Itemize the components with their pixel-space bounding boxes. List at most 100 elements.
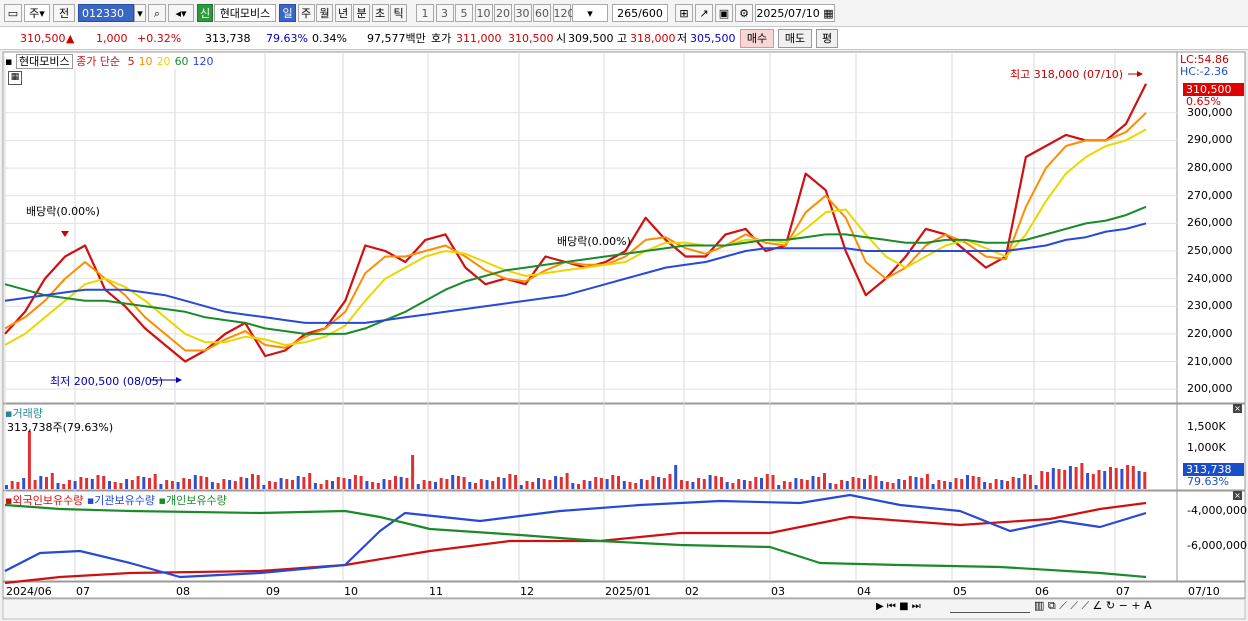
volume-bar bbox=[1126, 465, 1130, 489]
volume-bar bbox=[399, 477, 403, 489]
fib-tool-icon[interactable]: ⟋ bbox=[1070, 599, 1078, 612]
volume-bar bbox=[845, 481, 849, 489]
volume-bar bbox=[851, 477, 855, 489]
volume-bar bbox=[485, 480, 489, 489]
low-annotation: 최저 200,500 (08/05) bbox=[50, 375, 164, 388]
mode-button[interactable]: 전 bbox=[53, 4, 75, 22]
volume-bar bbox=[1097, 470, 1101, 489]
dividend-annotation: 배당락(0.00%) bbox=[26, 205, 100, 218]
volume-bar bbox=[33, 480, 37, 489]
volume-close-icon[interactable]: × bbox=[1233, 404, 1242, 413]
interval-button-6[interactable]: 60 bbox=[533, 4, 551, 22]
low-price: 305,500 bbox=[690, 32, 736, 45]
volume-bar bbox=[742, 480, 746, 489]
search-icon[interactable]: ⌕ bbox=[148, 4, 166, 22]
volume-bar bbox=[680, 480, 683, 489]
scroll-right-icon[interactable]: ▶ bbox=[876, 601, 884, 612]
trend-tool-icon[interactable]: ⟋ bbox=[1081, 599, 1089, 612]
volume-bar bbox=[1017, 478, 1021, 489]
period-tab-0[interactable]: 일 bbox=[279, 4, 296, 22]
copy-icon[interactable]: ⧉ bbox=[1048, 599, 1056, 612]
scroll-last-icon[interactable]: ⏭ bbox=[912, 601, 921, 612]
code-dropdown-icon[interactable]: ▾ bbox=[134, 4, 146, 22]
volume-bar bbox=[56, 483, 60, 489]
volume-bar bbox=[308, 473, 312, 489]
calendar-icon[interactable]: ▦ bbox=[823, 7, 833, 20]
interval-button-7[interactable]: 120 bbox=[552, 4, 575, 22]
volume-bar bbox=[45, 477, 48, 489]
volume-bar bbox=[416, 484, 420, 489]
gear-icon[interactable]: ⚙ bbox=[735, 4, 753, 22]
volume-bar bbox=[22, 478, 26, 489]
interval-button-1[interactable]: 3 bbox=[435, 4, 454, 22]
volume-tick-1: 1,500K bbox=[1187, 420, 1226, 433]
volume-bar bbox=[262, 485, 266, 489]
y-tick-4: 260,000 bbox=[1187, 216, 1233, 230]
volume-bar bbox=[622, 481, 626, 489]
period-tab-3[interactable]: 년 bbox=[334, 4, 352, 22]
x-axis-label-10: 04 bbox=[857, 585, 871, 598]
interval-button-3[interactable]: 10 bbox=[474, 4, 493, 22]
chart-type-icon[interactable]: ⊞ bbox=[675, 4, 693, 22]
sound-icon[interactable]: ◂▾ bbox=[168, 4, 194, 22]
volume-bar bbox=[880, 481, 884, 489]
text-tool-icon[interactable]: A bbox=[1144, 599, 1152, 612]
interval-button-4[interactable]: 20 bbox=[494, 4, 512, 22]
save-icon[interactable]: ▣ bbox=[715, 4, 733, 22]
interval-button-5[interactable]: 30 bbox=[513, 4, 532, 22]
turnover-pct: 0.34% bbox=[312, 32, 347, 45]
volume-last-pct: 79.63% bbox=[1187, 475, 1229, 488]
volume-bar bbox=[565, 473, 569, 489]
holdings-tick-1: -4,000,000 bbox=[1187, 504, 1247, 517]
sell-button[interactable]: 매도 bbox=[778, 29, 812, 48]
volume-bar bbox=[422, 480, 426, 489]
layout-icon[interactable]: ▥ bbox=[1034, 599, 1044, 612]
volume-bar bbox=[960, 479, 964, 489]
volume-bar bbox=[428, 481, 432, 489]
volume-bar bbox=[988, 483, 992, 489]
stop-icon[interactable]: ■ bbox=[899, 601, 908, 612]
zoom-in-icon[interactable]: + bbox=[1131, 599, 1140, 612]
period-tab-6[interactable]: 틱 bbox=[390, 4, 407, 22]
interval-button-0[interactable]: 1 bbox=[416, 4, 434, 22]
draw-tool-icon[interactable]: ↗ bbox=[695, 4, 713, 22]
zoom-out-icon[interactable]: − bbox=[1119, 599, 1128, 612]
volume-bar bbox=[302, 477, 306, 489]
volume-bar bbox=[159, 484, 163, 489]
zoom-slider[interactable] bbox=[950, 602, 1030, 613]
count-field[interactable]: 265/600 bbox=[612, 4, 668, 22]
period-tab-2[interactable]: 월 bbox=[316, 4, 333, 22]
angle-tool-icon[interactable]: ∠ bbox=[1093, 599, 1103, 612]
date-field[interactable]: 2025/07/10 ▦ bbox=[755, 4, 835, 22]
volume-bar bbox=[251, 474, 254, 489]
window-icon[interactable]: ▭ bbox=[4, 4, 22, 22]
scroll-first-icon[interactable]: ⏮ bbox=[887, 601, 896, 612]
period-tab-5[interactable]: 초 bbox=[371, 4, 389, 22]
volume-bar bbox=[868, 475, 872, 489]
stock-name[interactable]: 현대모비스 bbox=[214, 4, 276, 22]
buy-button[interactable]: 매수 bbox=[740, 29, 774, 48]
volume-bar bbox=[708, 475, 712, 489]
stock-code-input[interactable]: 012330 bbox=[78, 4, 134, 22]
line-tool-icon[interactable]: ⟋ bbox=[1059, 599, 1067, 612]
high-price: 318,000 bbox=[630, 32, 676, 45]
x-axis-label-2: 08 bbox=[176, 585, 190, 598]
y-tick-1: 290,000 bbox=[1187, 133, 1233, 147]
holdings-close-icon[interactable]: × bbox=[1233, 491, 1242, 500]
holding-individual-text: 개인보유수량 bbox=[165, 494, 227, 507]
volume-bar bbox=[1120, 469, 1124, 489]
volume-bar bbox=[130, 480, 134, 489]
cycle-tool-icon[interactable]: ↻ bbox=[1106, 599, 1115, 612]
eval-button[interactable]: 평 bbox=[816, 29, 838, 48]
period-tab-4[interactable]: 분 bbox=[353, 4, 370, 22]
period-tab-1[interactable]: 주 bbox=[297, 4, 315, 22]
volume-bar bbox=[39, 476, 43, 489]
interval-dropdown[interactable]: ▾ bbox=[572, 4, 608, 22]
volume-bar bbox=[96, 475, 100, 489]
table-icon[interactable]: ▦ bbox=[8, 71, 22, 85]
interval-button-2[interactable]: 5 bbox=[455, 4, 473, 22]
x-axis-end: 07/10 bbox=[1188, 585, 1220, 598]
volume-bar bbox=[291, 480, 294, 489]
type-select[interactable]: 주▾ bbox=[24, 4, 50, 22]
volume-bar bbox=[966, 475, 969, 489]
